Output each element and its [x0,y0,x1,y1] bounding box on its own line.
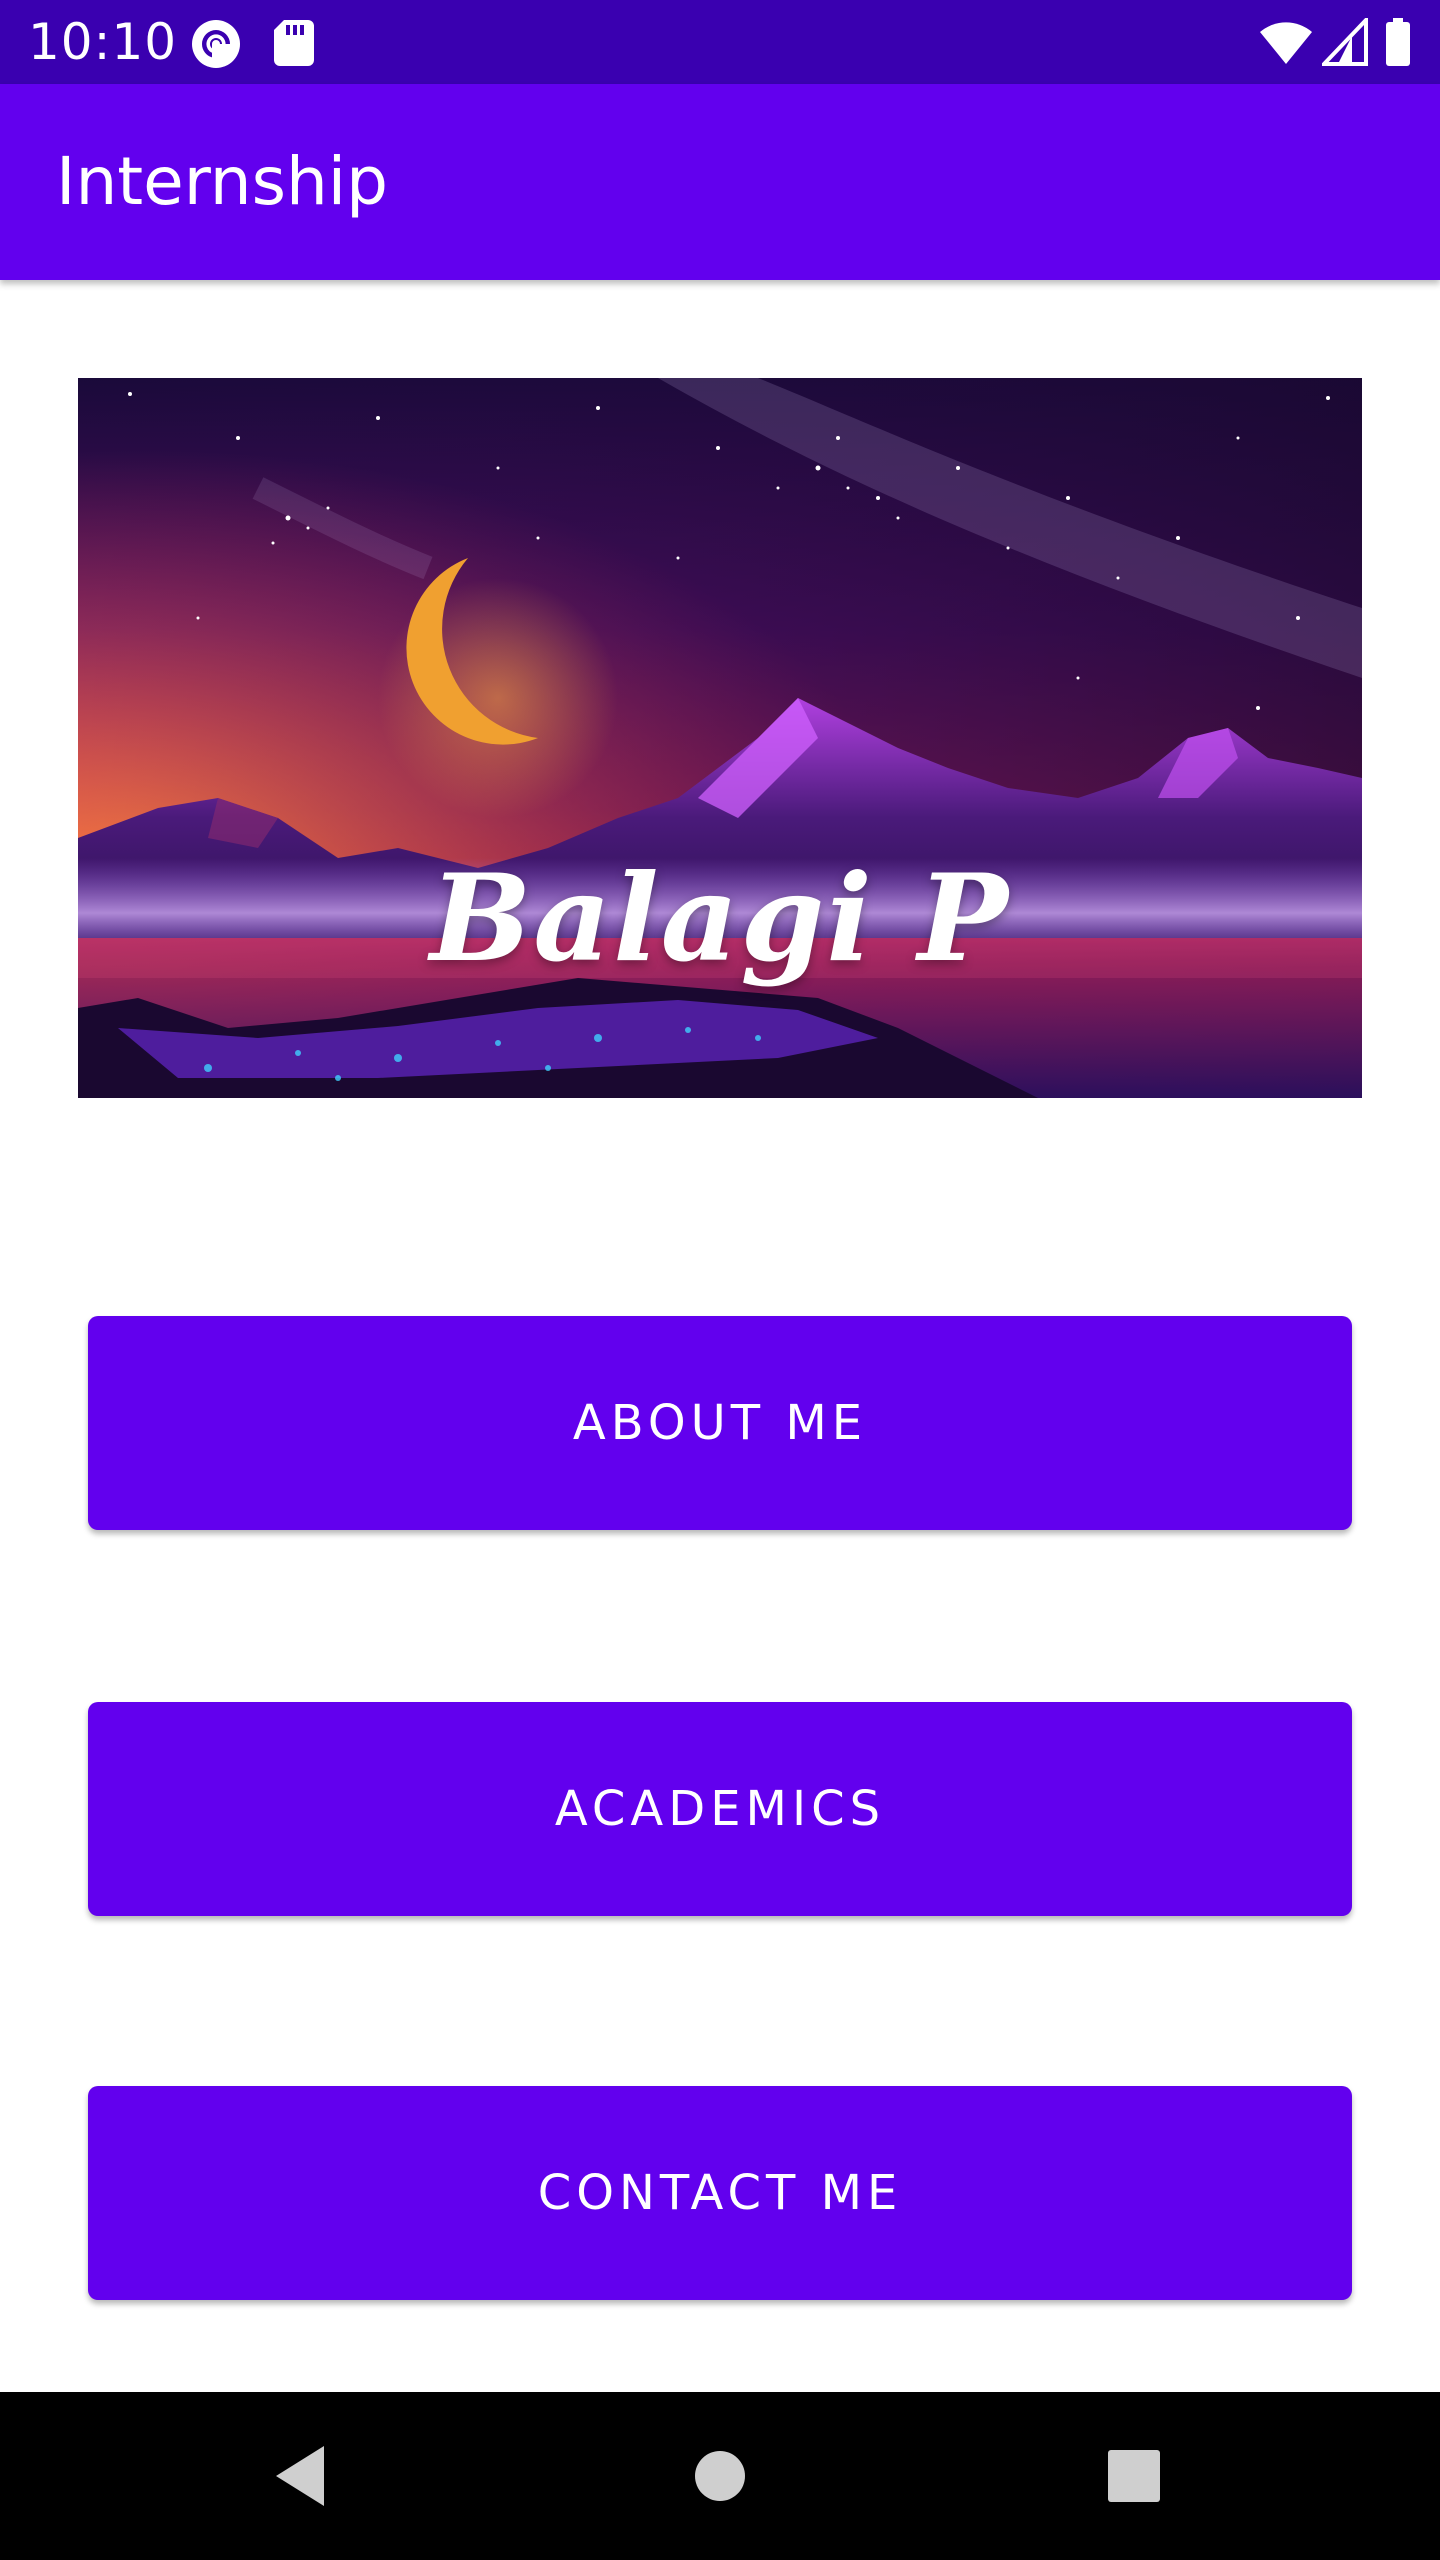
night-landscape-illustration [78,378,1362,1098]
home-icon[interactable] [680,2436,760,2516]
screen: 10:10 Internship Balagi P ABOUT ME ACADE… [0,0,1440,2560]
signal-icon [1319,15,1368,71]
pocket-casts-icon [190,18,242,75]
status-bar: 10:10 [0,0,1440,84]
recents-icon[interactable] [1094,2436,1174,2516]
banner-image: Balagi P [78,378,1362,1098]
status-time: 10:10 [28,13,178,71]
app-title: Internship [56,143,389,220]
battery-icon [1384,18,1412,71]
academics-button[interactable]: ACADEMICS [88,1702,1352,1916]
wifi-icon [1258,18,1314,71]
contact-me-button[interactable]: CONTACT ME [88,2086,1352,2300]
navigation-bar [0,2392,1440,2560]
back-icon[interactable] [262,2436,342,2516]
sd-card-icon [272,18,316,71]
app-bar: Internship [0,84,1440,280]
about-me-button[interactable]: ABOUT ME [88,1316,1352,1530]
banner-name-text: Balagi P [429,848,1011,989]
